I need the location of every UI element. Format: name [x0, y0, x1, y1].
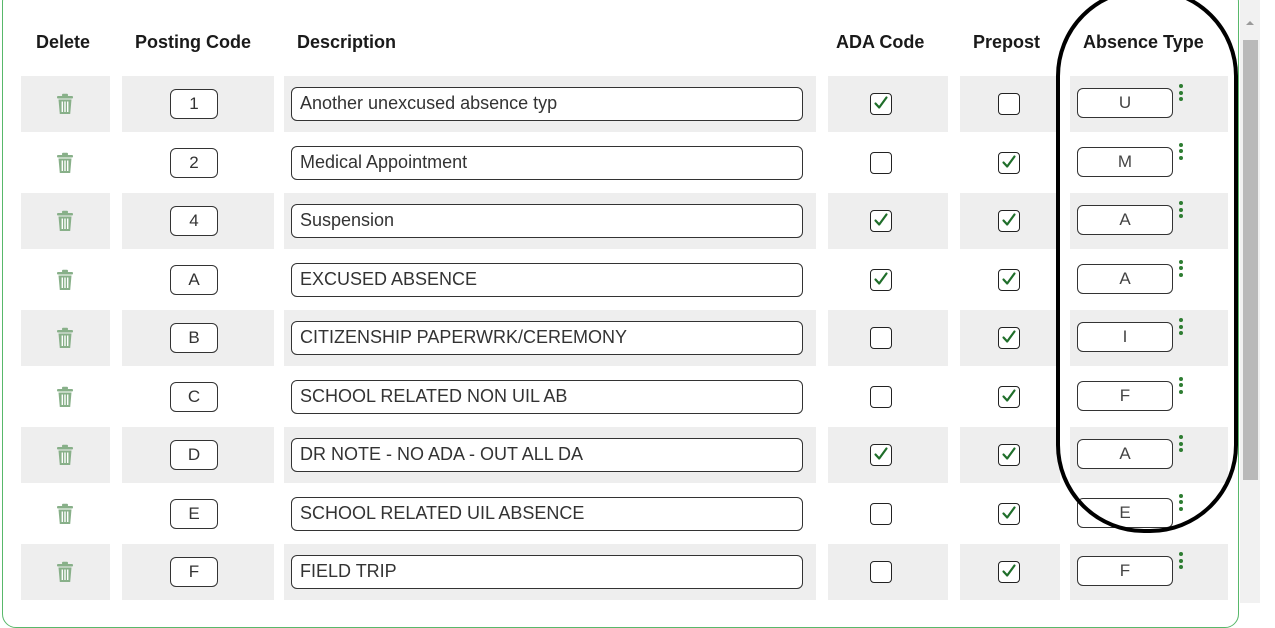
prepost-checkbox[interactable]: [998, 268, 1020, 291]
posting-code-field[interactable]: B: [170, 323, 218, 353]
table-row: A EXCUSED ABSENCE A: [0, 252, 1240, 308]
trash-icon[interactable]: [55, 210, 75, 232]
absence-type-field[interactable]: A: [1077, 205, 1173, 235]
kebab-menu-icon[interactable]: [1177, 493, 1185, 518]
table-row: 2 Medical Appointment M: [0, 135, 1240, 191]
kebab-menu-icon[interactable]: [1177, 435, 1185, 459]
trash-icon[interactable]: [55, 327, 75, 349]
table-row: B CITIZENSHIP PAPERWRK/CEREMONY I: [0, 310, 1240, 366]
prepost-checkbox[interactable]: [998, 502, 1020, 525]
absence-type-field[interactable]: E: [1077, 497, 1173, 528]
trash-icon[interactable]: [55, 152, 75, 174]
trash-icon[interactable]: [55, 503, 75, 525]
prepost-checkbox[interactable]: [998, 327, 1020, 349]
description-input[interactable]: CITIZENSHIP PAPERWRK/CEREMONY: [291, 321, 803, 355]
description-input[interactable]: FIELD TRIP: [291, 555, 803, 589]
absence-type-field[interactable]: F: [1077, 380, 1173, 411]
description-input[interactable]: Medical Appointment: [291, 145, 803, 180]
description-input[interactable]: Suspension: [291, 204, 803, 238]
absence-type-field[interactable]: F: [1077, 556, 1173, 586]
absence-type-field[interactable]: U: [1077, 88, 1173, 118]
ada-code-checkbox[interactable]: [870, 502, 892, 525]
prepost-checkbox[interactable]: [998, 151, 1020, 174]
kebab-menu-icon[interactable]: [1177, 318, 1185, 342]
scroll-up-arrow-icon[interactable]: [1243, 16, 1257, 30]
posting-code-field[interactable]: F: [170, 557, 218, 587]
table-row: C SCHOOL RELATED NON UIL AB F: [0, 369, 1240, 425]
header-ada-code: ADA Code: [836, 32, 925, 52]
kebab-menu-icon[interactable]: [1177, 201, 1185, 225]
trash-icon[interactable]: [55, 561, 75, 583]
scrollbar-thumb[interactable]: [1243, 40, 1258, 480]
posting-code-field[interactable]: 2: [170, 147, 218, 178]
ada-code-checkbox[interactable]: [870, 93, 892, 115]
table-row: E SCHOOL RELATED UIL ABSENCE E: [0, 486, 1240, 542]
table-header: Delete Posting Code Description ADA Code…: [0, 30, 1240, 60]
header-description: Description: [297, 32, 397, 52]
absence-type-field[interactable]: A: [1077, 263, 1173, 294]
description-input[interactable]: SCHOOL RELATED UIL ABSENCE: [291, 496, 803, 531]
kebab-menu-icon[interactable]: [1177, 84, 1185, 108]
trash-icon[interactable]: [55, 269, 75, 291]
posting-code-field[interactable]: C: [170, 381, 218, 412]
description-input[interactable]: SCHOOL RELATED NON UIL AB: [291, 379, 803, 414]
absence-type-field[interactable]: A: [1077, 439, 1173, 469]
header-posting-code: Posting Code: [135, 32, 251, 52]
table-row: D DR NOTE - NO ADA - OUT ALL DA A: [0, 427, 1240, 483]
posting-code-field[interactable]: E: [170, 498, 218, 529]
table-row: 4 Suspension A: [0, 193, 1240, 249]
ada-code-checkbox[interactable]: [870, 385, 892, 408]
absence-type-field[interactable]: M: [1077, 146, 1173, 177]
ada-code-checkbox[interactable]: [870, 210, 892, 232]
posting-code-field[interactable]: D: [170, 440, 218, 470]
posting-code-field[interactable]: 4: [170, 206, 218, 236]
ada-code-checkbox[interactable]: [870, 327, 892, 349]
ada-code-checkbox[interactable]: [870, 268, 892, 291]
ada-code-checkbox[interactable]: [870, 444, 892, 466]
header-absence-type: Absence Type: [1083, 32, 1204, 52]
kebab-menu-icon[interactable]: [1177, 376, 1185, 401]
trash-icon[interactable]: [55, 93, 75, 115]
trash-icon[interactable]: [55, 444, 75, 466]
prepost-checkbox[interactable]: [998, 561, 1020, 583]
absence-type-field[interactable]: I: [1077, 322, 1173, 352]
header-prepost: Prepost: [973, 32, 1041, 52]
prepost-checkbox[interactable]: [998, 210, 1020, 232]
kebab-menu-icon[interactable]: [1177, 259, 1185, 284]
prepost-checkbox[interactable]: [998, 93, 1020, 115]
ada-code-checkbox[interactable]: [870, 151, 892, 174]
table-row: F FIELD TRIP F: [0, 544, 1240, 600]
header-delete: Delete: [36, 32, 91, 52]
trash-icon[interactable]: [55, 386, 75, 408]
prepost-checkbox[interactable]: [998, 444, 1020, 466]
ada-code-checkbox[interactable]: [870, 561, 892, 583]
posting-code-field[interactable]: 1: [170, 89, 218, 119]
prepost-checkbox[interactable]: [998, 385, 1020, 408]
table-row: 1 Another unexcused absence typ U: [0, 76, 1240, 132]
kebab-menu-icon[interactable]: [1177, 142, 1185, 167]
description-input[interactable]: Another unexcused absence typ: [291, 87, 803, 121]
description-input[interactable]: EXCUSED ABSENCE: [291, 262, 803, 297]
posting-code-field[interactable]: A: [170, 264, 218, 295]
kebab-menu-icon[interactable]: [1177, 552, 1185, 576]
description-input[interactable]: DR NOTE - NO ADA - OUT ALL DA: [291, 438, 803, 472]
